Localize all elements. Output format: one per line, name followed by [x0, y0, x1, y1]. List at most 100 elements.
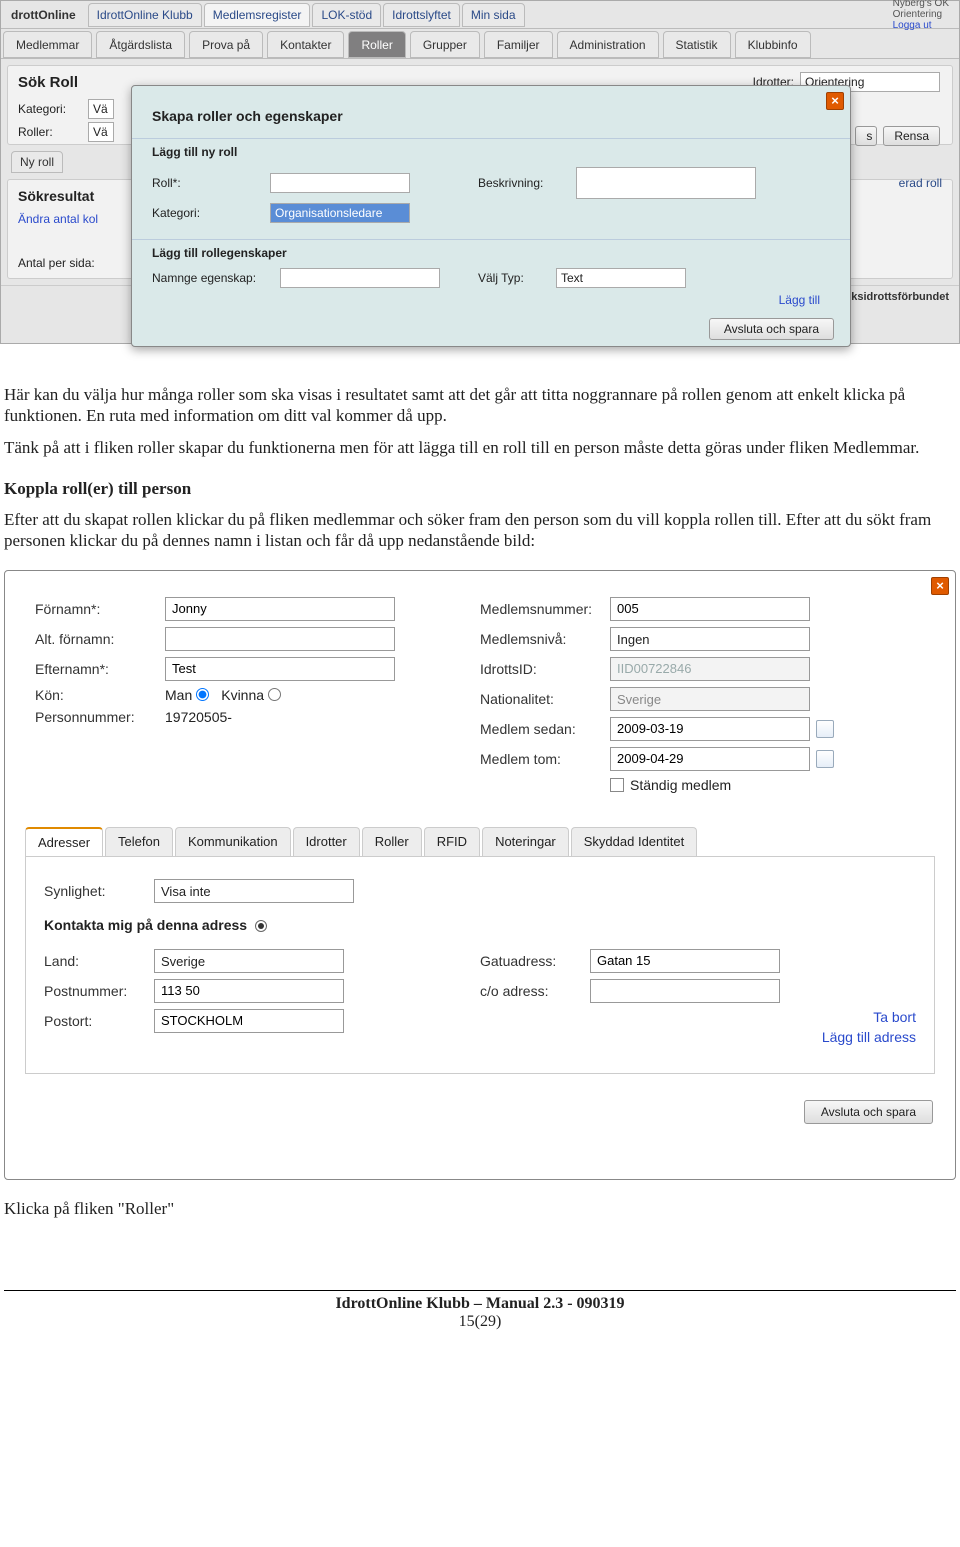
ptab-skyddad[interactable]: Skyddad Identitet: [571, 827, 697, 856]
tab-roller[interactable]: Roller: [348, 31, 405, 58]
after-member-text: Klicka på fliken "Roller": [0, 1198, 960, 1219]
ptab-adresser[interactable]: Adresser: [25, 827, 103, 856]
tab-statistik[interactable]: Statistik: [663, 31, 731, 58]
label-kategori: Kategori:: [18, 102, 88, 116]
ptab-kommunikation[interactable]: Kommunikation: [175, 827, 291, 856]
top-tab-klubb[interactable]: IdrottOnline Klubb: [88, 3, 202, 27]
select-land[interactable]: Sverige: [154, 949, 344, 973]
tab-familjer[interactable]: Familjer: [484, 31, 553, 58]
top-tab-lokstod[interactable]: LOK-stöd: [312, 3, 381, 27]
ptab-idrotter[interactable]: Idrotter: [293, 827, 360, 856]
label-synlighet: Synlighet:: [44, 883, 154, 899]
label-co-adress: c/o adress:: [480, 983, 590, 999]
close-icon[interactable]: ×: [826, 92, 844, 110]
textarea-beskrivning[interactable]: [576, 167, 756, 199]
radio-contact-address[interactable]: [255, 920, 267, 932]
top-tab-medlemsregister[interactable]: Medlemsregister: [204, 3, 311, 27]
radio-kvinna[interactable]: [268, 688, 281, 701]
paragraph-3: Efter att du skapat rollen klickar du på…: [4, 509, 956, 552]
label-medlem-tom: Medlem tom:: [480, 751, 610, 767]
label-typ: Välj Typ:: [478, 271, 548, 285]
tab-administration[interactable]: Administration: [557, 31, 659, 58]
select-kategori[interactable]: Organisationsledare: [270, 203, 410, 223]
sub-role-props: Lägg till rollegenskaper: [152, 246, 830, 260]
input-fornamn[interactable]: [165, 597, 395, 621]
create-roles-modal: × Skapa roller och egenskaper Lägg till …: [131, 85, 851, 347]
input-medlem-tom[interactable]: [610, 747, 810, 771]
ptab-noteringar[interactable]: Noteringar: [482, 827, 569, 856]
calendar-icon[interactable]: [816, 750, 834, 768]
radio-man-label: Man: [165, 687, 192, 703]
main-tabs: Medlemmar Åtgärdslista Prova på Kontakte…: [1, 29, 959, 59]
add-property-link[interactable]: Lägg till: [779, 293, 820, 307]
select-typ[interactable]: Text: [556, 268, 686, 288]
top-tab-minsida[interactable]: Min sida: [462, 3, 525, 27]
tab-provapa[interactable]: Prova på: [189, 31, 263, 58]
select-kategori-trunc[interactable]: Vä: [88, 99, 114, 119]
label-efternamn: Efternamn*:: [35, 661, 165, 677]
click-roller-text: Klicka på fliken "Roller": [4, 1198, 956, 1219]
select-roller-trunc[interactable]: Vä: [88, 122, 114, 142]
input-idrottsid: [610, 657, 810, 681]
tab-atgardslista[interactable]: Åtgärdslista: [96, 31, 185, 58]
top-nav: drottOnline IdrottOnline Klubb Medlemsre…: [1, 1, 959, 29]
input-roll[interactable]: [270, 173, 410, 193]
label-egenskap: Namnge egenskap:: [152, 271, 272, 285]
clear-button[interactable]: Rensa: [883, 126, 940, 146]
member-tabs: Adresser Telefon Kommunikation Idrotter …: [25, 827, 935, 857]
label-antal-per-sida: Antal per sida:: [18, 256, 95, 270]
label-postort: Postort:: [44, 1013, 154, 1029]
top-tab-idrottslyftet[interactable]: Idrottslyftet: [383, 3, 460, 27]
member-save-button[interactable]: Avsluta och spara: [804, 1100, 933, 1124]
input-gatuadress[interactable]: [590, 949, 780, 973]
input-efternamn[interactable]: [165, 657, 395, 681]
save-close-button[interactable]: Avsluta och spara: [709, 318, 834, 340]
input-co-adress[interactable]: [590, 979, 780, 1003]
input-postort[interactable]: [154, 1009, 344, 1033]
tab-klubbinfo[interactable]: Klubbinfo: [735, 31, 811, 58]
input-alt-fornamn[interactable]: [165, 627, 395, 651]
ptab-rfid[interactable]: RFID: [424, 827, 480, 856]
sport-name: Orientering: [893, 9, 949, 20]
doc-footer-title: IdrottOnline Klubb – Manual 2.3 - 090319: [335, 1295, 624, 1312]
logout-link[interactable]: Logga ut: [893, 20, 949, 31]
paragraph-2: Tänk på att i fliken roller skapar du fu…: [4, 437, 956, 458]
truncated-right-text: erad roll: [899, 176, 942, 190]
checkbox-standig[interactable]: [610, 778, 624, 792]
input-medlem-sedan[interactable]: [610, 717, 810, 741]
tab-grupper[interactable]: Grupper: [410, 31, 480, 58]
radio-kvinna-label: Kvinna: [221, 687, 264, 703]
label-medlem-sedan: Medlem sedan:: [480, 721, 610, 737]
modal-section-add-role: Lägg till ny roll Roll*: Beskrivning: Ka…: [132, 138, 850, 233]
member-form: Förnamn*: Alt. förnamn: Efternamn*: Kön:…: [5, 571, 955, 809]
input-postnummer[interactable]: [154, 979, 344, 1003]
close-icon[interactable]: ×: [931, 577, 949, 595]
tab-medlemmar[interactable]: Medlemmar: [3, 31, 92, 58]
label-medlemsniva: Medlemsnivå:: [480, 631, 610, 647]
add-address-link[interactable]: Lägg till adress: [480, 1029, 916, 1045]
new-role-tab[interactable]: Ny roll: [11, 151, 63, 173]
label-standig: Ständig medlem: [630, 777, 731, 793]
doc-footer-page: 15(29): [459, 1313, 502, 1330]
input-medlemsnummer[interactable]: [610, 597, 810, 621]
label-nationalitet: Nationalitet:: [480, 691, 610, 707]
label-kategori-m: Kategori:: [152, 206, 262, 220]
remove-address-link[interactable]: Ta bort: [480, 1009, 916, 1025]
radio-man[interactable]: [196, 688, 209, 701]
contact-address-heading: Kontakta mig på denna adress: [44, 917, 916, 933]
member-edit-modal: × Förnamn*: Alt. förnamn: Efternamn*: Kö…: [4, 570, 956, 1180]
input-egenskap[interactable]: [280, 268, 440, 288]
label-kon: Kön:: [35, 687, 165, 703]
value-personnummer: 19720505-: [165, 709, 232, 725]
ptab-telefon[interactable]: Telefon: [105, 827, 173, 856]
tab-kontakter[interactable]: Kontakter: [267, 31, 344, 58]
label-medlemsnummer: Medlemsnummer:: [480, 601, 610, 617]
calendar-icon[interactable]: [816, 720, 834, 738]
select-synlighet[interactable]: Visa inte: [154, 879, 354, 903]
address-tab-body: Synlighet: Visa inte Kontakta mig på den…: [25, 857, 935, 1074]
select-medlemsniva[interactable]: Ingen: [610, 627, 810, 651]
ptab-roller[interactable]: Roller: [362, 827, 422, 856]
document-body: Här kan du välja hur många roller som sk…: [0, 384, 960, 552]
paragraph-1: Här kan du välja hur många roller som sk…: [4, 384, 956, 427]
search-button-trunc[interactable]: s: [855, 126, 877, 146]
